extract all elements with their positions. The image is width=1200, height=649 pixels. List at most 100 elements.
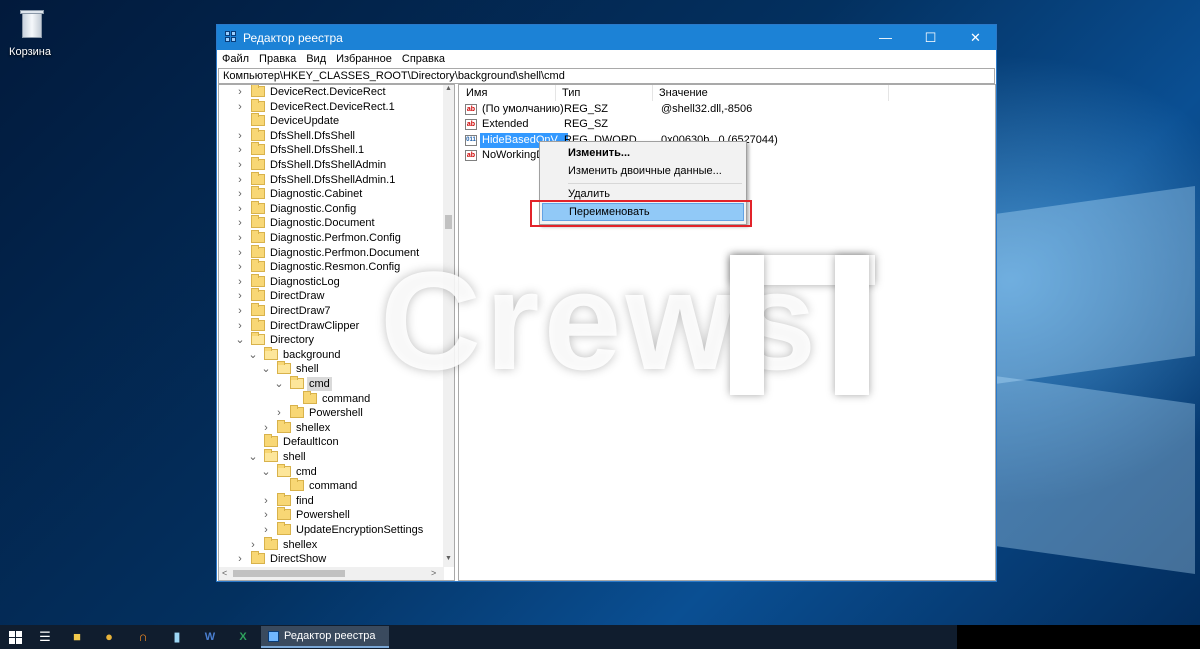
- column-name[interactable]: Имя: [459, 87, 487, 99]
- chevron-right-icon[interactable]: ›: [235, 202, 245, 216]
- chevron-right-icon[interactable]: ›: [261, 508, 271, 522]
- tree-item[interactable]: › DfsShell.DfsShellAdmin.1: [219, 171, 444, 187]
- tree-horizontal-scrollbar[interactable]: < >: [219, 567, 444, 580]
- tree-item[interactable]: ⌄ cmd: [219, 376, 444, 391]
- chevron-right-icon[interactable]: ›: [235, 143, 245, 157]
- chevron-right-icon[interactable]: ›: [235, 231, 245, 245]
- address-bar[interactable]: Компьютер\HKEY_CLASSES_ROOT\Directory\ba…: [218, 68, 995, 84]
- minimize-button[interactable]: —: [863, 25, 908, 50]
- tree-item[interactable]: › Diagnostic.Perfmon.Document: [219, 244, 444, 260]
- scroll-down-icon[interactable]: ▼: [443, 555, 454, 562]
- tree-item[interactable]: › DirectDraw: [219, 288, 444, 303]
- tree-item[interactable]: › DiagnosticLog: [219, 273, 444, 289]
- start-icon[interactable]: [0, 625, 30, 649]
- chevron-right-icon[interactable]: ›: [235, 158, 245, 172]
- word-icon[interactable]: W: [195, 625, 225, 649]
- column-type[interactable]: Тип: [555, 87, 580, 99]
- scroll-left-icon[interactable]: <: [222, 567, 227, 580]
- menu-help[interactable]: Справка: [402, 53, 445, 65]
- app-orange-icon[interactable]: ∩: [128, 625, 158, 649]
- scroll-up-icon[interactable]: ▲: [443, 85, 454, 92]
- tree-item[interactable]: › DirectDraw7: [219, 303, 444, 318]
- tree-item[interactable]: › DeviceRect.DeviceRect: [219, 85, 444, 99]
- chevron-right-icon[interactable]: ›: [235, 246, 245, 260]
- tree-item[interactable]: command: [219, 390, 444, 406]
- chevron-right-icon[interactable]: ›: [235, 187, 245, 201]
- value-name: (По умолчанию): [482, 103, 564, 115]
- menu-view[interactable]: Вид: [306, 53, 326, 65]
- chevron-right-icon[interactable]: ›: [274, 406, 284, 420]
- menu-edit[interactable]: Правка: [259, 53, 296, 65]
- hscroll-thumb[interactable]: [233, 570, 345, 577]
- value-row[interactable]: ab (По умолчанию) REG_SZ @shell32.dll,-8506: [459, 102, 995, 117]
- scroll-right-icon[interactable]: >: [431, 567, 436, 580]
- chevron-right-icon[interactable]: ›: [235, 304, 245, 318]
- tree-item[interactable]: ⌄ shell: [219, 449, 444, 464]
- tree-item[interactable]: › Diagnostic.Resmon.Config: [219, 259, 444, 274]
- tree-item[interactable]: command: [219, 478, 444, 493]
- tree-item[interactable]: ⌄ cmd: [219, 463, 444, 479]
- menu-file[interactable]: Файл: [222, 53, 249, 65]
- tree-item[interactable]: › Powershell: [219, 405, 444, 420]
- tree-item[interactable]: › Diagnostic.Config: [219, 200, 444, 216]
- tree-item[interactable]: › Diagnostic.Document: [219, 215, 444, 230]
- chevron-down-icon[interactable]: ⌄: [248, 348, 258, 362]
- taskbar-regedit-button[interactable]: Редактор реестра: [261, 626, 389, 648]
- chevron-right-icon[interactable]: ›: [235, 85, 245, 99]
- scroll-thumb[interactable]: [445, 215, 452, 229]
- tree-item[interactable]: › DfsShell.DfsShell: [219, 127, 444, 143]
- chevron-right-icon[interactable]: ›: [235, 260, 245, 274]
- chevron-right-icon[interactable]: ›: [261, 523, 271, 537]
- tree-item[interactable]: DeviceUpdate: [219, 113, 444, 128]
- close-button[interactable]: ✕: [953, 25, 998, 50]
- chrome-icon[interactable]: ●: [94, 625, 124, 649]
- tree-item[interactable]: ⌄ background: [219, 346, 444, 362]
- chevron-right-icon[interactable]: ›: [235, 129, 245, 143]
- maximize-button[interactable]: ☐: [908, 25, 953, 50]
- tree-item[interactable]: › DeviceRect.DeviceRect.1: [219, 98, 444, 114]
- tree-item[interactable]: › DirectDrawClipper: [219, 317, 444, 333]
- tree-item[interactable]: › find: [219, 492, 444, 508]
- chevron-down-icon[interactable]: ⌄: [235, 333, 245, 347]
- folder-icon: [251, 288, 265, 302]
- value-row[interactable]: ab Extended REG_SZ: [459, 117, 995, 132]
- tree-item[interactable]: › shellex: [219, 419, 444, 435]
- tree-item[interactable]: › DirectShow: [219, 551, 444, 566]
- chevron-right-icon[interactable]: ›: [235, 319, 245, 333]
- notepad-icon[interactable]: ▮: [162, 625, 192, 649]
- task-view-icon[interactable]: ☰: [30, 625, 60, 649]
- chevron-right-icon[interactable]: ›: [235, 173, 245, 187]
- tree-item[interactable]: › DfsShell.DfsShell.1: [219, 142, 444, 157]
- menu-item-modify[interactable]: Изменить...: [542, 144, 744, 162]
- excel-icon[interactable]: X: [228, 625, 258, 649]
- title-bar[interactable]: Редактор реестра — ☐ ✕: [217, 25, 996, 50]
- recycle-bin-desktop-icon[interactable]: Корзина: [9, 6, 52, 58]
- chevron-right-icon[interactable]: ›: [235, 552, 245, 566]
- menu-item-modify-binary[interactable]: Изменить двоичные данные...: [542, 162, 744, 180]
- chevron-right-icon[interactable]: ›: [235, 275, 245, 289]
- tree-item[interactable]: › DfsShell.DfsShellAdmin: [219, 157, 444, 172]
- chevron-down-icon[interactable]: ⌄: [274, 377, 284, 391]
- tree-item[interactable]: › UpdateEncryptionSettings: [219, 522, 444, 537]
- tree-vertical-scrollbar[interactable]: ▲ ▼: [443, 85, 454, 567]
- chevron-down-icon[interactable]: ⌄: [261, 362, 271, 376]
- tree-item[interactable]: ⌄ shell: [219, 361, 444, 376]
- chevron-right-icon[interactable]: ›: [235, 100, 245, 114]
- menu-favorites[interactable]: Избранное: [336, 53, 392, 65]
- chevron-right-icon[interactable]: ›: [261, 421, 271, 435]
- chevron-down-icon[interactable]: ⌄: [248, 450, 258, 464]
- tree-item[interactable]: DefaultIcon: [219, 434, 444, 449]
- tree-item[interactable]: ⌄ Directory: [219, 332, 444, 347]
- chevron-right-icon[interactable]: ›: [248, 538, 258, 552]
- chevron-right-icon[interactable]: ›: [261, 494, 271, 508]
- tree-item[interactable]: › Powershell: [219, 507, 444, 522]
- column-data[interactable]: Значение: [652, 87, 708, 99]
- chevron-right-icon[interactable]: ›: [235, 216, 245, 230]
- tree-item[interactable]: › Diagnostic.Cabinet: [219, 186, 444, 201]
- value-data: @shell32.dll,-8506: [661, 103, 753, 115]
- tree-item[interactable]: › Diagnostic.Perfmon.Config: [219, 230, 444, 245]
- chevron-down-icon[interactable]: ⌄: [261, 465, 271, 479]
- chevron-right-icon[interactable]: ›: [235, 289, 245, 303]
- file-explorer-icon[interactable]: ■: [62, 625, 92, 649]
- tree-item[interactable]: › shellex: [219, 536, 444, 552]
